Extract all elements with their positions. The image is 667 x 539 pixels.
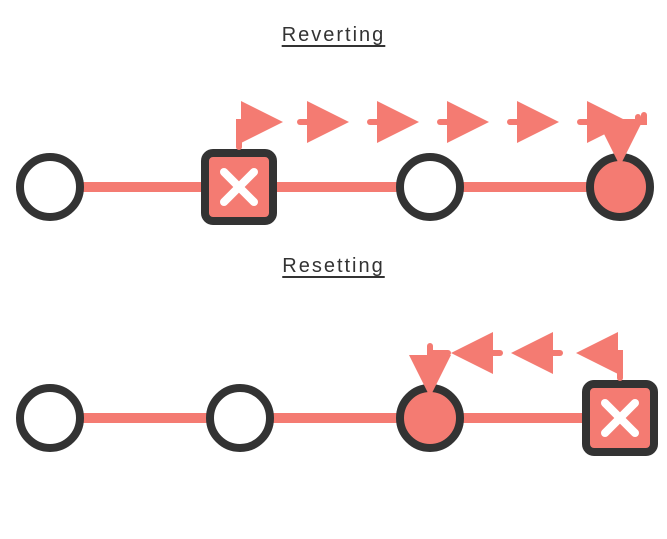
arrow-down-icon bbox=[620, 115, 644, 145]
arrow-up-left-icon bbox=[597, 353, 620, 378]
resetting-diagram bbox=[0, 278, 667, 478]
arrow-up-right-icon bbox=[239, 122, 262, 147]
commit-node bbox=[210, 388, 270, 448]
commit-node bbox=[400, 157, 460, 217]
revert-commit-node bbox=[590, 157, 650, 217]
revert-arrows bbox=[239, 117, 638, 147]
commit-node bbox=[20, 388, 80, 448]
reset-arrows bbox=[430, 346, 620, 378]
reverting-diagram bbox=[0, 47, 667, 247]
resetting-title: Resetting bbox=[0, 247, 667, 278]
bad-commit-square bbox=[586, 384, 654, 452]
reset-target-node bbox=[400, 388, 460, 448]
commit-node bbox=[20, 157, 80, 217]
reverting-title: Reverting bbox=[0, 0, 667, 47]
bad-commit-square bbox=[205, 153, 273, 221]
